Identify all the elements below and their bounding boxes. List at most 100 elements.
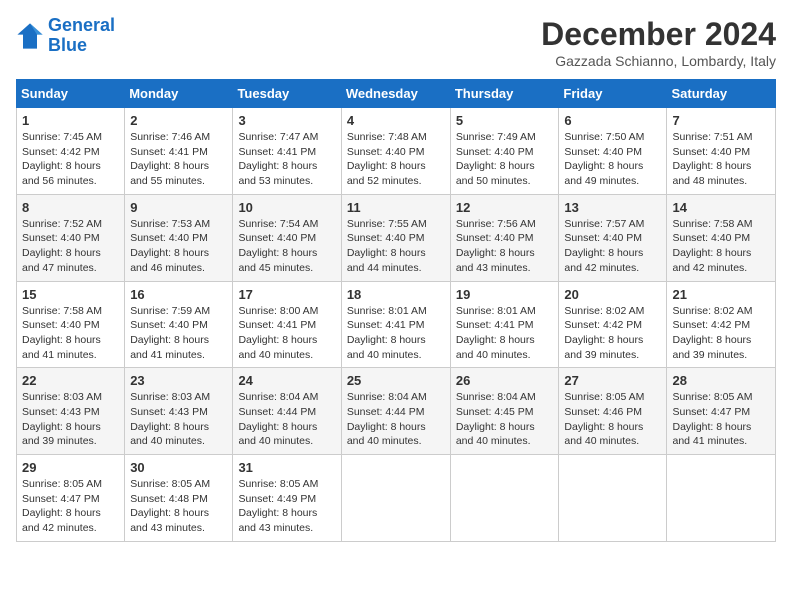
day-number: 23	[130, 373, 227, 388]
calendar-cell: 13 Sunrise: 7:57 AM Sunset: 4:40 PM Dayl…	[559, 194, 667, 281]
calendar-cell: 4 Sunrise: 7:48 AM Sunset: 4:40 PM Dayli…	[341, 108, 450, 195]
day-number: 14	[672, 200, 770, 215]
day-info: Sunrise: 7:50 AM Sunset: 4:40 PM Dayligh…	[564, 130, 661, 189]
page-header: General Blue December 2024 Gazzada Schia…	[16, 16, 776, 69]
day-number: 11	[347, 200, 445, 215]
day-info: Sunrise: 8:05 AM Sunset: 4:48 PM Dayligh…	[130, 477, 227, 536]
day-info: Sunrise: 7:49 AM Sunset: 4:40 PM Dayligh…	[456, 130, 554, 189]
calendar-cell: 11 Sunrise: 7:55 AM Sunset: 4:40 PM Dayl…	[341, 194, 450, 281]
calendar-cell: 25 Sunrise: 8:04 AM Sunset: 4:44 PM Dayl…	[341, 368, 450, 455]
calendar-week-row: 8 Sunrise: 7:52 AM Sunset: 4:40 PM Dayli…	[17, 194, 776, 281]
calendar-cell: 1 Sunrise: 7:45 AM Sunset: 4:42 PM Dayli…	[17, 108, 125, 195]
calendar-cell: 17 Sunrise: 8:00 AM Sunset: 4:41 PM Dayl…	[233, 281, 341, 368]
day-info: Sunrise: 7:45 AM Sunset: 4:42 PM Dayligh…	[22, 130, 119, 189]
day-info: Sunrise: 8:01 AM Sunset: 4:41 PM Dayligh…	[456, 304, 554, 363]
weekday-header: Wednesday	[341, 80, 450, 108]
calendar-week-row: 15 Sunrise: 7:58 AM Sunset: 4:40 PM Dayl…	[17, 281, 776, 368]
day-info: Sunrise: 7:51 AM Sunset: 4:40 PM Dayligh…	[672, 130, 770, 189]
day-info: Sunrise: 7:48 AM Sunset: 4:40 PM Dayligh…	[347, 130, 445, 189]
day-number: 12	[456, 200, 554, 215]
calendar-title: December 2024	[541, 16, 776, 53]
day-info: Sunrise: 8:04 AM Sunset: 4:45 PM Dayligh…	[456, 390, 554, 449]
day-info: Sunrise: 8:04 AM Sunset: 4:44 PM Dayligh…	[238, 390, 335, 449]
day-number: 1	[22, 113, 119, 128]
calendar-week-row: 29 Sunrise: 8:05 AM Sunset: 4:47 PM Dayl…	[17, 455, 776, 542]
day-info: Sunrise: 8:05 AM Sunset: 4:49 PM Dayligh…	[238, 477, 335, 536]
day-info: Sunrise: 7:46 AM Sunset: 4:41 PM Dayligh…	[130, 130, 227, 189]
day-info: Sunrise: 7:58 AM Sunset: 4:40 PM Dayligh…	[672, 217, 770, 276]
calendar-cell: 14 Sunrise: 7:58 AM Sunset: 4:40 PM Dayl…	[667, 194, 776, 281]
day-info: Sunrise: 8:01 AM Sunset: 4:41 PM Dayligh…	[347, 304, 445, 363]
day-number: 31	[238, 460, 335, 475]
calendar-cell: 3 Sunrise: 7:47 AM Sunset: 4:41 PM Dayli…	[233, 108, 341, 195]
calendar-cell: 7 Sunrise: 7:51 AM Sunset: 4:40 PM Dayli…	[667, 108, 776, 195]
day-info: Sunrise: 8:02 AM Sunset: 4:42 PM Dayligh…	[564, 304, 661, 363]
day-number: 8	[22, 200, 119, 215]
calendar-cell: 18 Sunrise: 8:01 AM Sunset: 4:41 PM Dayl…	[341, 281, 450, 368]
calendar-cell: 31 Sunrise: 8:05 AM Sunset: 4:49 PM Dayl…	[233, 455, 341, 542]
calendar-cell: 24 Sunrise: 8:04 AM Sunset: 4:44 PM Dayl…	[233, 368, 341, 455]
calendar-cell: 9 Sunrise: 7:53 AM Sunset: 4:40 PM Dayli…	[125, 194, 233, 281]
day-number: 15	[22, 287, 119, 302]
day-number: 6	[564, 113, 661, 128]
calendar-cell: 27 Sunrise: 8:05 AM Sunset: 4:46 PM Dayl…	[559, 368, 667, 455]
weekday-header: Saturday	[667, 80, 776, 108]
calendar-cell: 21 Sunrise: 8:02 AM Sunset: 4:42 PM Dayl…	[667, 281, 776, 368]
calendar-cell: 22 Sunrise: 8:03 AM Sunset: 4:43 PM Dayl…	[17, 368, 125, 455]
day-number: 18	[347, 287, 445, 302]
day-number: 5	[456, 113, 554, 128]
weekday-header: Tuesday	[233, 80, 341, 108]
calendar-cell: 20 Sunrise: 8:02 AM Sunset: 4:42 PM Dayl…	[559, 281, 667, 368]
calendar-cell	[450, 455, 559, 542]
calendar-cell: 10 Sunrise: 7:54 AM Sunset: 4:40 PM Dayl…	[233, 194, 341, 281]
day-info: Sunrise: 7:53 AM Sunset: 4:40 PM Dayligh…	[130, 217, 227, 276]
calendar-table: SundayMondayTuesdayWednesdayThursdayFrid…	[16, 79, 776, 542]
day-info: Sunrise: 8:00 AM Sunset: 4:41 PM Dayligh…	[238, 304, 335, 363]
calendar-week-row: 1 Sunrise: 7:45 AM Sunset: 4:42 PM Dayli…	[17, 108, 776, 195]
day-number: 27	[564, 373, 661, 388]
day-info: Sunrise: 8:05 AM Sunset: 4:46 PM Dayligh…	[564, 390, 661, 449]
calendar-cell: 2 Sunrise: 7:46 AM Sunset: 4:41 PM Dayli…	[125, 108, 233, 195]
day-info: Sunrise: 8:03 AM Sunset: 4:43 PM Dayligh…	[22, 390, 119, 449]
calendar-cell: 5 Sunrise: 7:49 AM Sunset: 4:40 PM Dayli…	[450, 108, 559, 195]
day-number: 24	[238, 373, 335, 388]
day-number: 2	[130, 113, 227, 128]
calendar-cell: 26 Sunrise: 8:04 AM Sunset: 4:45 PM Dayl…	[450, 368, 559, 455]
calendar-cell: 30 Sunrise: 8:05 AM Sunset: 4:48 PM Dayl…	[125, 455, 233, 542]
day-number: 9	[130, 200, 227, 215]
day-info: Sunrise: 7:59 AM Sunset: 4:40 PM Dayligh…	[130, 304, 227, 363]
day-number: 29	[22, 460, 119, 475]
day-number: 28	[672, 373, 770, 388]
day-info: Sunrise: 7:47 AM Sunset: 4:41 PM Dayligh…	[238, 130, 335, 189]
calendar-cell	[341, 455, 450, 542]
day-info: Sunrise: 7:56 AM Sunset: 4:40 PM Dayligh…	[456, 217, 554, 276]
day-number: 30	[130, 460, 227, 475]
day-info: Sunrise: 8:02 AM Sunset: 4:42 PM Dayligh…	[672, 304, 770, 363]
weekday-header: Sunday	[17, 80, 125, 108]
calendar-subtitle: Gazzada Schianno, Lombardy, Italy	[541, 53, 776, 69]
calendar-cell: 19 Sunrise: 8:01 AM Sunset: 4:41 PM Dayl…	[450, 281, 559, 368]
weekday-header: Monday	[125, 80, 233, 108]
calendar-cell	[667, 455, 776, 542]
day-info: Sunrise: 8:05 AM Sunset: 4:47 PM Dayligh…	[22, 477, 119, 536]
day-number: 10	[238, 200, 335, 215]
logo: General Blue	[16, 16, 115, 56]
day-number: 3	[238, 113, 335, 128]
calendar-cell: 23 Sunrise: 8:03 AM Sunset: 4:43 PM Dayl…	[125, 368, 233, 455]
calendar-cell: 6 Sunrise: 7:50 AM Sunset: 4:40 PM Dayli…	[559, 108, 667, 195]
day-number: 22	[22, 373, 119, 388]
day-info: Sunrise: 8:04 AM Sunset: 4:44 PM Dayligh…	[347, 390, 445, 449]
day-info: Sunrise: 7:55 AM Sunset: 4:40 PM Dayligh…	[347, 217, 445, 276]
day-info: Sunrise: 8:03 AM Sunset: 4:43 PM Dayligh…	[130, 390, 227, 449]
day-number: 13	[564, 200, 661, 215]
day-number: 4	[347, 113, 445, 128]
day-number: 7	[672, 113, 770, 128]
day-number: 17	[238, 287, 335, 302]
day-number: 21	[672, 287, 770, 302]
day-number: 16	[130, 287, 227, 302]
calendar-cell: 8 Sunrise: 7:52 AM Sunset: 4:40 PM Dayli…	[17, 194, 125, 281]
calendar-cell: 28 Sunrise: 8:05 AM Sunset: 4:47 PM Dayl…	[667, 368, 776, 455]
calendar-cell: 29 Sunrise: 8:05 AM Sunset: 4:47 PM Dayl…	[17, 455, 125, 542]
logo-icon	[16, 22, 44, 50]
day-info: Sunrise: 7:58 AM Sunset: 4:40 PM Dayligh…	[22, 304, 119, 363]
